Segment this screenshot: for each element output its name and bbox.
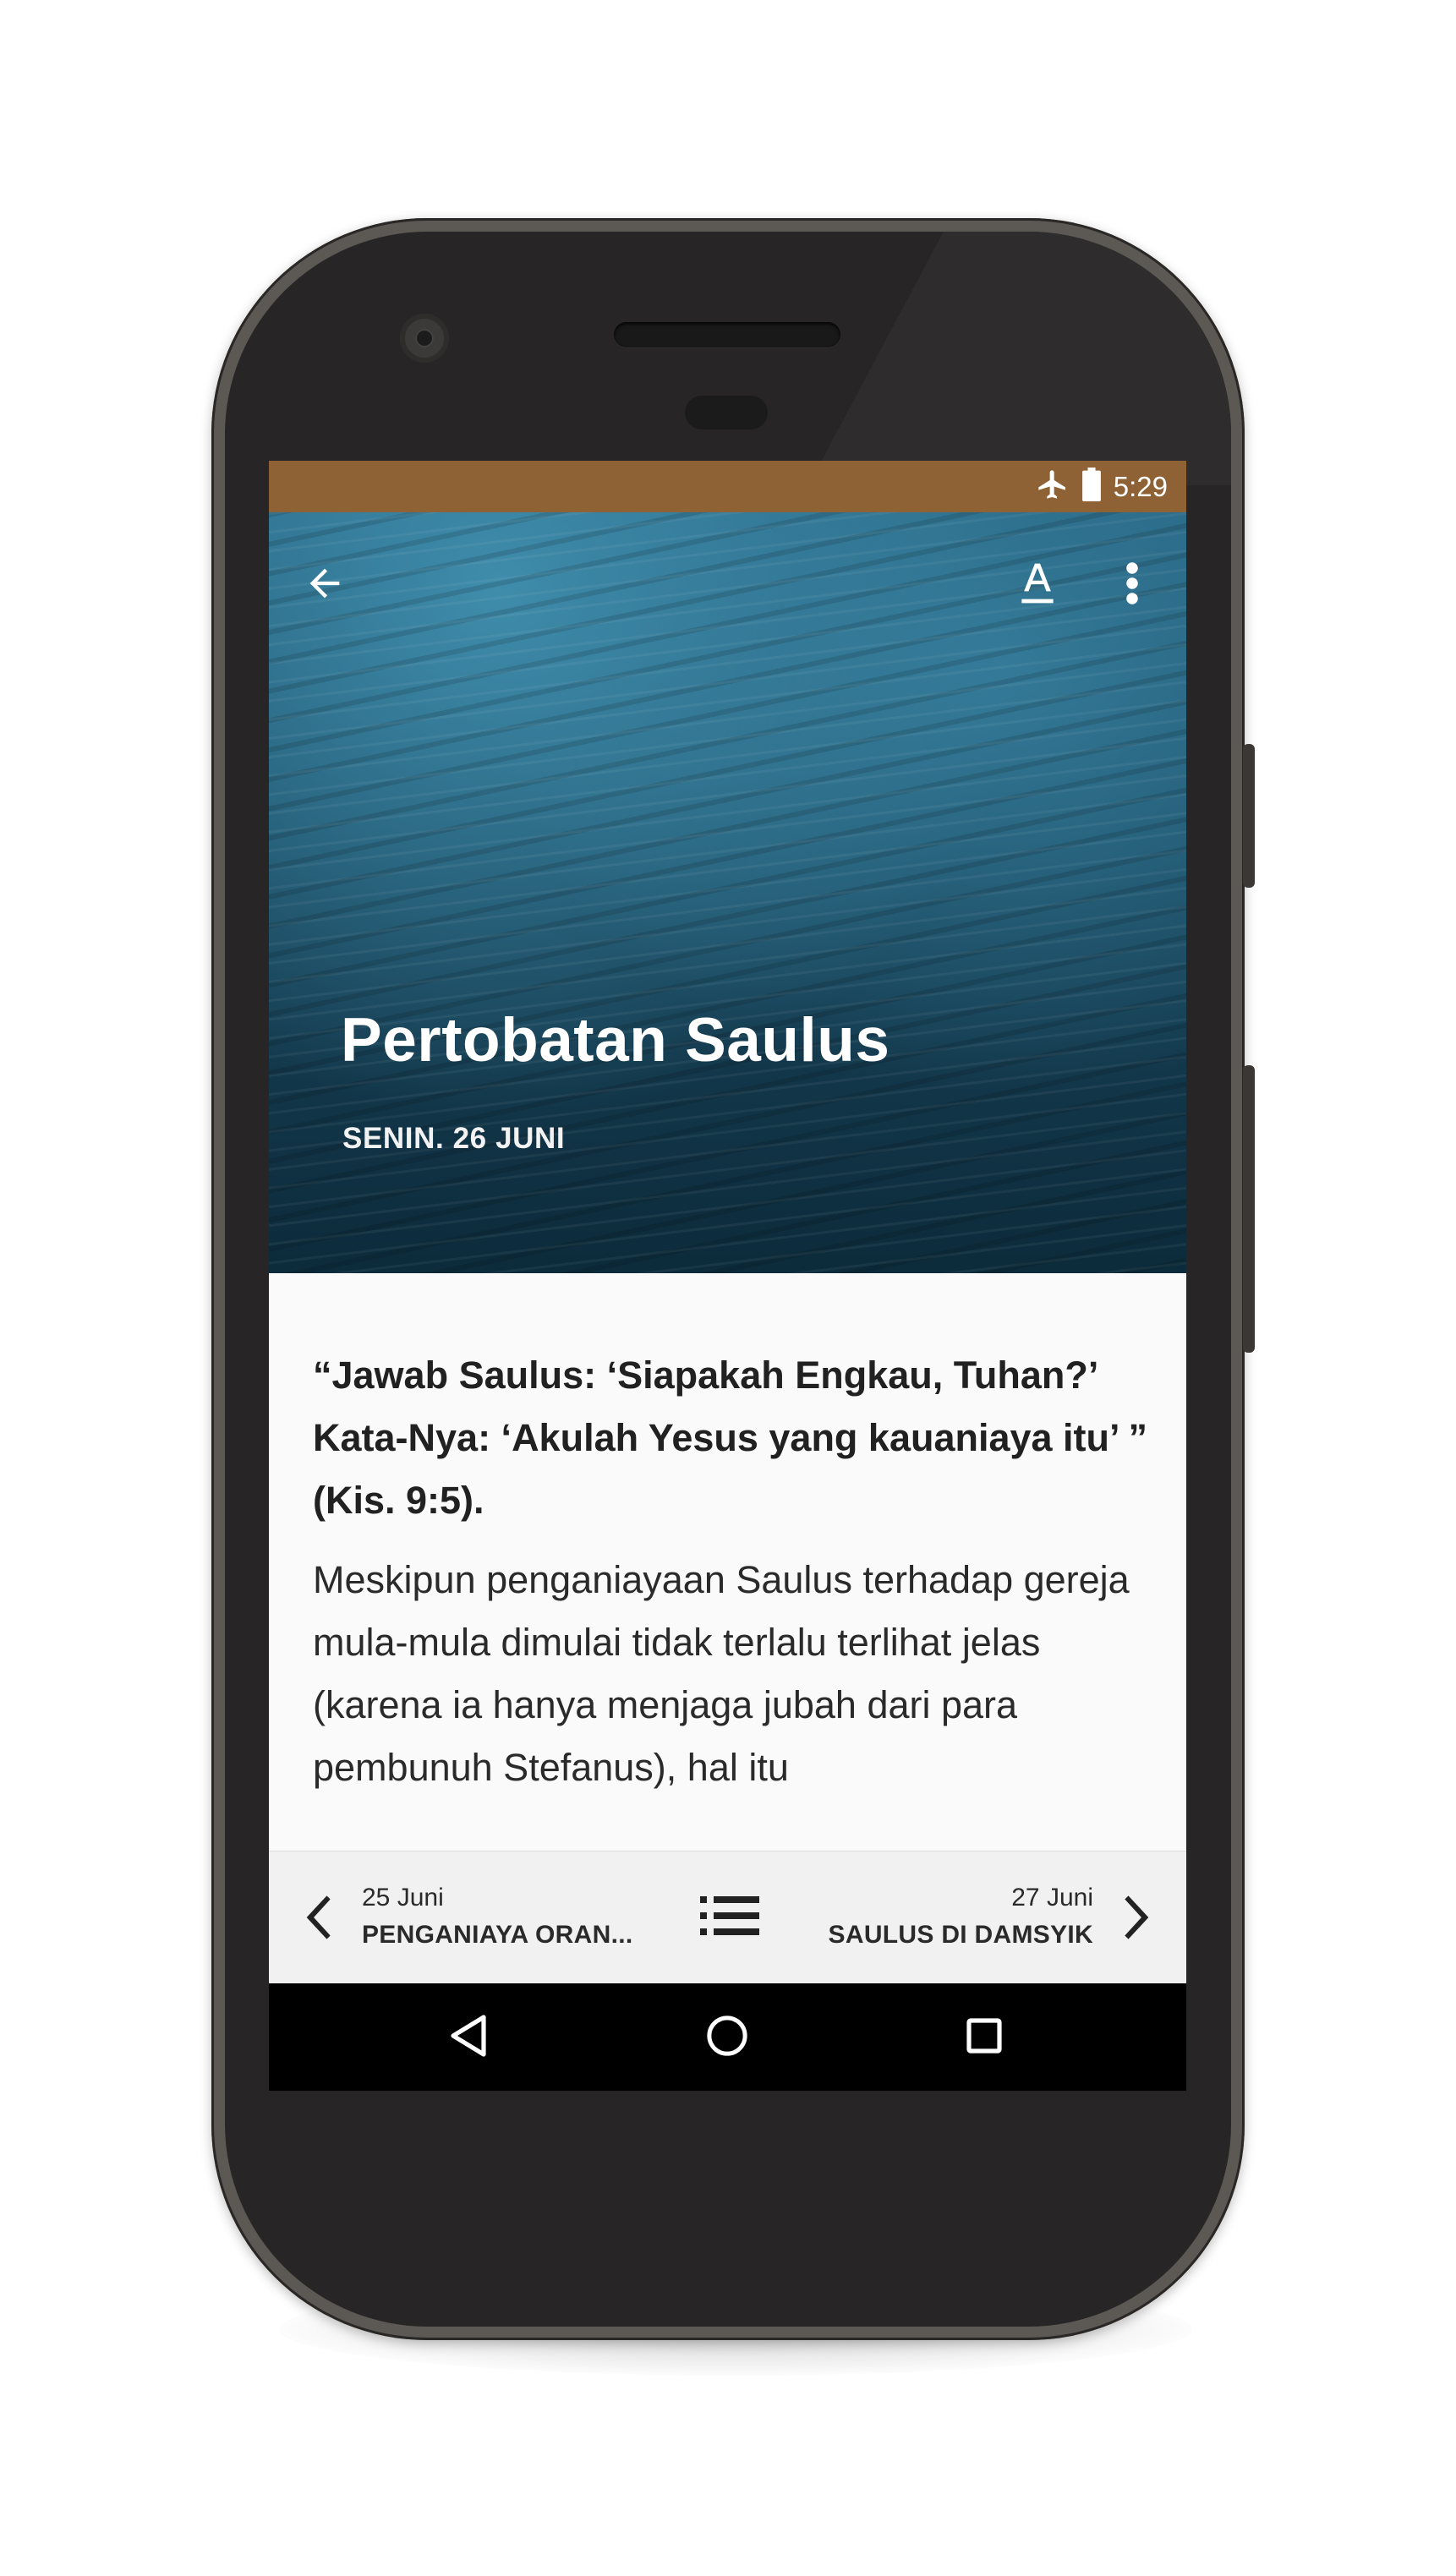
circle-home-icon [706,2015,748,2061]
text-format-icon [1016,560,1059,611]
reading-list-button[interactable] [696,1892,764,1943]
proximity-sensor [685,396,768,429]
text-size-button[interactable] [1007,555,1068,615]
phone-screen: 5:29 Pertobatan Saulus SENIN. 26 JUNI “J… [269,461,1186,2091]
square-recents-icon [966,2017,1003,2059]
system-home-button[interactable] [697,2007,758,2068]
previous-day-date: 25 Juni [362,1884,444,1911]
hero-image: Pertobatan Saulus SENIN. 26 JUNI [269,512,1186,1273]
airplane-icon [1036,468,1070,506]
next-day-button[interactable]: 27 Juni SAULUS DI DAMSYIK [823,1851,1186,1984]
more-vert-icon [1124,561,1141,610]
status-bar: 5:29 [269,461,1186,512]
system-recents-button[interactable] [954,2007,1015,2068]
earpiece-speaker [614,322,840,347]
day-navigation-bar: 25 Juni PENGANIAYA ORAN... 27 Juni SAULU… [269,1851,1186,1984]
front-camera [400,314,449,363]
next-day-date: 27 Juni [1011,1884,1093,1911]
system-back-button[interactable] [438,2007,499,2068]
arrow-left-icon [303,561,347,610]
triangle-back-icon [448,2014,489,2062]
list-icon [700,1895,759,1939]
previous-day-title: PENGANIAYA ORAN... [362,1921,633,1949]
article-paragraph: Meskipun penganiayaan Saulus terhadap ge… [313,1558,1130,1789]
power-button [1243,744,1255,888]
article-date: SENIN. 26 JUNI [342,1122,566,1155]
status-time: 5:29 [1113,470,1168,502]
article-key-verse: “Jawab Saulus: ‘Siapakah Engkau, Tuhan?’… [313,1354,1148,1522]
overflow-menu-button[interactable] [1102,555,1163,615]
back-button[interactable] [294,555,355,615]
article-body: “Jawab Saulus: ‘Siapakah Engkau, Tuhan?’… [313,1344,1150,1799]
next-day-title: SAULUS DI DAMSYIK [828,1921,1093,1949]
bezel-glare [808,232,1231,485]
previous-day-button[interactable]: 25 Juni PENGANIAYA ORAN... [269,1851,632,1984]
battery-icon [1081,468,1102,506]
chevron-right-icon [1120,1894,1149,1945]
system-navigation-bar [269,1983,1186,2091]
article-title: Pertobatan Saulus [341,1006,890,1075]
chevron-left-icon [306,1894,335,1945]
volume-rocker [1243,1065,1255,1353]
